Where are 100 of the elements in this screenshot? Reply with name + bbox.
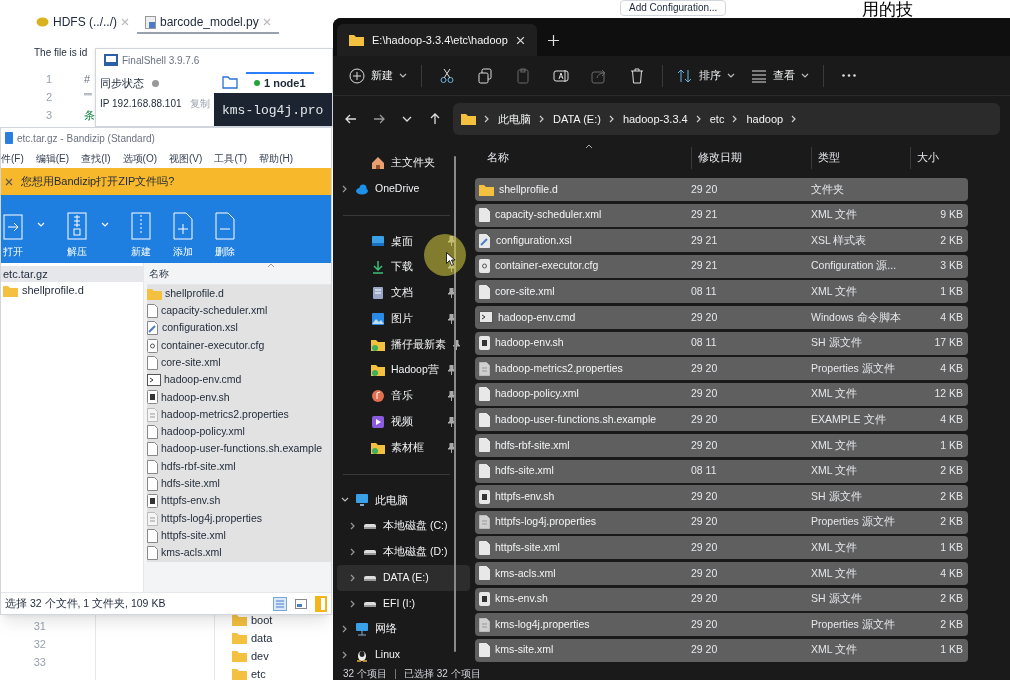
document-icon: [147, 303, 158, 318]
menu-item[interactable]: 视图(V): [169, 150, 203, 166]
column-header[interactable]: 大小: [910, 147, 968, 169]
tree-item[interactable]: data: [251, 630, 273, 647]
file-row[interactable]: kms-site.xml 29 20 XML 文件 1 KB: [475, 638, 968, 662]
file-row[interactable]: kms-env.sh 29 20 SH 源文件 2 KB: [475, 587, 968, 611]
column-header[interactable]: 修改日期: [691, 147, 811, 169]
sidebar-item[interactable]: 文档: [337, 280, 470, 306]
file-row[interactable]: core-site.xml 08 11 XML 文件 1 KB: [475, 280, 968, 304]
sidebar-item[interactable]: 网络: [337, 616, 470, 643]
sidebar-item[interactable]: 音乐: [337, 383, 470, 409]
file-row[interactable]: shellprofile.d: [147, 285, 331, 303]
file-row[interactable]: httpfs-site.xml 29 20 XML 文件 1 KB: [475, 536, 968, 560]
sidebar-item[interactable]: 视频: [337, 409, 470, 435]
file-row[interactable]: hadoop-metrics2.properties: [147, 406, 331, 424]
type-cell-text: XML 文件: [811, 539, 859, 555]
file-row[interactable]: core-site.xml: [147, 354, 331, 372]
python-file-icon: [145, 15, 156, 29]
toolbar-button[interactable]: 解压: [67, 212, 87, 259]
file-row[interactable]: configuration.xsl 29 21 XSL 样式表 2 KB: [475, 229, 968, 253]
menu-item[interactable]: 编辑(E): [35, 150, 70, 166]
run-config-button[interactable]: Add Configuration...: [620, 0, 727, 16]
plus-icon: [547, 34, 559, 46]
toolbar-button[interactable]: 查看: [745, 60, 815, 91]
sidebar-item[interactable]: DATA (E:): [337, 564, 470, 591]
image-icon: [371, 311, 385, 326]
tree-item[interactable]: shellprofile.d: [1, 282, 143, 299]
folder-icon: [3, 284, 18, 297]
toolbar-button[interactable]: 删除: [215, 212, 235, 259]
file-row[interactable]: container-executor.cfg 29 21 Configuration 源... 3 KB: [475, 254, 968, 278]
sidebar-item[interactable]: Hadoop营: [337, 357, 470, 384]
size-cell-text: 2 KB: [939, 232, 963, 248]
file-row[interactable]: kms-acls.xml 29 20 XML 文件 4 KB: [475, 561, 968, 585]
file-row[interactable]: hadoop-env.cmd: [147, 371, 331, 389]
toolbar-button[interactable]: 打开: [3, 212, 23, 259]
file-row[interactable]: hdfs-site.xml 08 11 XML 文件 2 KB: [475, 459, 968, 483]
sidebar-item[interactable]: EFI (I:): [337, 590, 470, 617]
file-row[interactable]: hadoop-policy.xml 29 20 XML 文件 12 KB: [475, 382, 968, 406]
document-icon: [147, 476, 158, 491]
size-cell-text: 4 KB: [939, 360, 963, 376]
document-icon: [147, 528, 158, 543]
file-row[interactable]: hdfs-rbf-site.xml 29 20 XML 文件 1 KB: [475, 433, 968, 457]
sidebar-item[interactable]: 本地磁盘 (C:): [337, 513, 470, 540]
menu-item[interactable]: 帮助(H): [259, 150, 294, 166]
file-row[interactable]: capacity-scheduler.xml 29 21 XML 文件 9 KB: [475, 203, 968, 227]
sidebar-item[interactable]: 此电脑: [337, 487, 470, 514]
gear-icon: [479, 259, 490, 274]
file-row[interactable]: hadoop-env.cmd 29 20 Windows 命令脚本 4 KB: [475, 305, 968, 329]
sidebar-item[interactable]: 下载: [337, 254, 470, 281]
tree-item[interactable]: dev: [251, 648, 269, 665]
file-row[interactable]: capacity-scheduler.xml: [147, 302, 331, 320]
sidebar-item[interactable]: 素材框: [337, 434, 470, 461]
folder-outline-icon: [222, 75, 238, 89]
folder-icon: [371, 337, 385, 352]
sidebar-item[interactable]: 本地磁盘 (D:): [337, 539, 470, 565]
file-row[interactable]: hdfs-site.xml: [147, 475, 331, 493]
breadcrumb-item[interactable]: hadoop-3.3.4: [622, 110, 688, 128]
column-header[interactable]: 名称: [475, 147, 691, 169]
sidebar-item[interactable]: 主文件夹: [337, 150, 470, 176]
file-row[interactable]: kms-log4j.properties 29 20 Properties 源文件 2 KB: [475, 613, 968, 637]
menu-item[interactable]: 件(F): [1, 150, 24, 166]
file-row[interactable]: kms-acls.xml: [147, 544, 331, 562]
tree-item[interactable]: boot: [251, 612, 273, 629]
column-header[interactable]: 类型: [811, 147, 910, 169]
sidebar-item[interactable]: Linux: [337, 642, 470, 668]
file-row[interactable]: hadoop-policy.xml: [147, 423, 331, 441]
file-row[interactable]: httpfs-env.sh 29 20 SH 源文件 2 KB: [475, 485, 968, 509]
home-icon: [371, 155, 385, 170]
menu-item[interactable]: 工具(T): [214, 150, 248, 166]
toolbar-button[interactable]: 添加: [173, 212, 193, 259]
file-row[interactable]: hadoop-user-functions.sh.example 29 20 EXAMPLE 文件 4 KB: [475, 408, 968, 432]
toolbar-button[interactable]: 新建: [343, 60, 413, 91]
folder-tab[interactable]: E:\hadoop-3.3.4\etc\hadoop: [337, 24, 537, 56]
line-number: 2: [44, 90, 52, 105]
editor-tab[interactable]: HDFS (../../): [28, 12, 137, 34]
address-bar[interactable]: 此电脑 DATA (E:) hadoop-3.3.4 etc hadoop: [453, 103, 1000, 135]
chevron-right-icon: [608, 115, 615, 123]
file-row[interactable]: hadoop-metrics2.properties 29 20 Properties 源文件 4 KB: [475, 357, 968, 381]
file-row[interactable]: httpfs-site.xml: [147, 527, 331, 545]
line-number: 33: [32, 655, 46, 670]
menu-item[interactable]: 选项(O): [122, 150, 158, 166]
chevron-right-icon: [539, 115, 545, 123]
file-row[interactable]: httpfs-log4j.properties 29 20 Properties 源文件 2 KB: [475, 510, 968, 534]
tree-item[interactable]: etc: [251, 666, 266, 680]
overlay-text: 用的技: [862, 0, 913, 18]
breadcrumb-item[interactable]: hadoop: [746, 110, 784, 128]
script-icon: [479, 489, 490, 504]
breadcrumb-item[interactable]: etc: [709, 110, 725, 128]
column-header[interactable]: 名称: [147, 266, 169, 281]
breadcrumb-item[interactable]: 此电脑: [498, 110, 531, 128]
file-row[interactable]: hadoop-env.sh 08 11 SH 源文件 17 KB: [475, 331, 968, 355]
sidebar-item[interactable]: OneDrive: [337, 175, 470, 202]
toolbar-button[interactable]: 新建: [131, 212, 151, 259]
close-icon: [121, 18, 129, 26]
type-cell-text: XML 文件: [811, 565, 859, 581]
menu-item[interactable]: 查找(I): [81, 150, 111, 166]
breadcrumb-item[interactable]: DATA (E:): [553, 110, 601, 128]
file-row[interactable]: shellprofile.d 29 20 文件夹: [475, 178, 968, 201]
toolbar-button[interactable]: 排序: [671, 60, 741, 91]
tree-item[interactable]: etc.tar.gz: [1, 266, 143, 282]
